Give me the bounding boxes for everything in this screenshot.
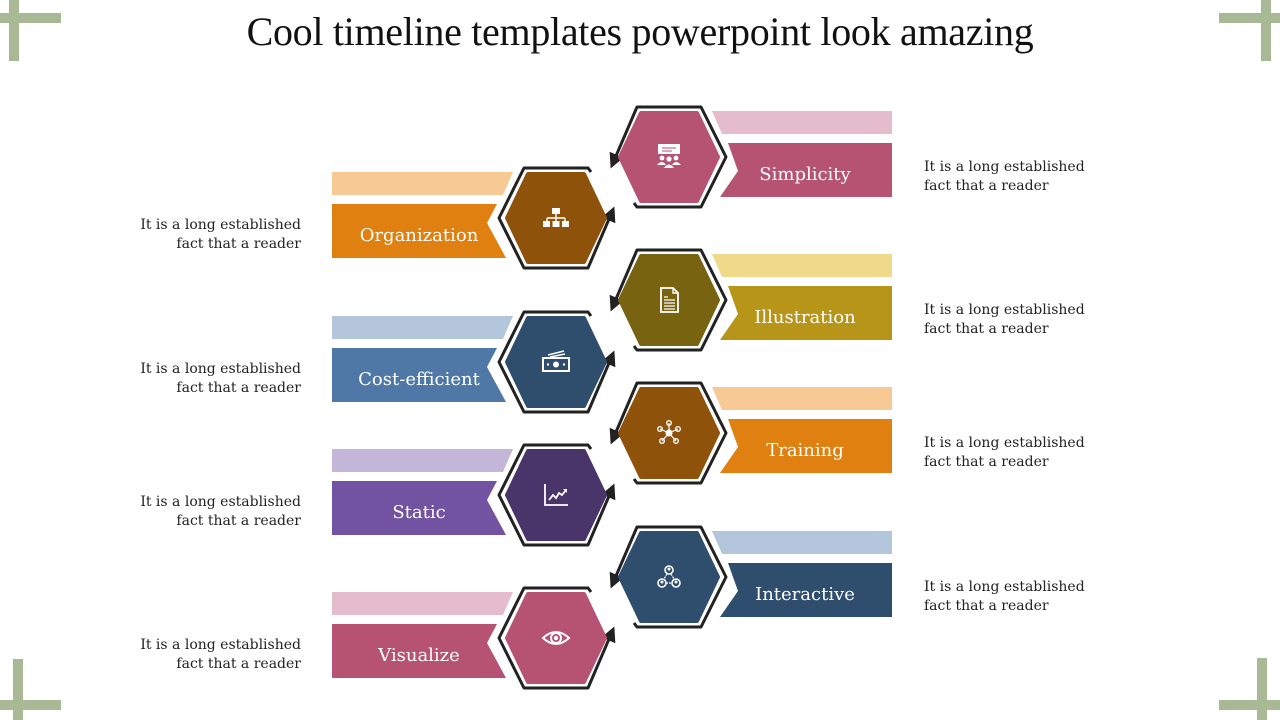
step-description: It is a long established fact that a read… <box>101 636 301 674</box>
description-line-1: It is a long established <box>140 494 301 510</box>
step-label: Interactive <box>755 584 855 605</box>
step-label: Visualize <box>377 645 460 666</box>
hexagon-step-visualize <box>497 586 616 690</box>
band-cost-efficient: Cost-efficient <box>332 316 513 402</box>
band-accent-strip <box>712 531 892 554</box>
description-line-2: fact that a reader <box>924 454 1049 470</box>
step-description: It is a long established fact that a read… <box>924 434 1124 472</box>
band-accent-strip <box>712 111 892 134</box>
band-accent-strip <box>712 387 892 410</box>
hexagon-step-organization <box>497 166 616 270</box>
step-label: Static <box>392 502 445 523</box>
hexagon-step-simplicity <box>609 105 728 209</box>
description-line-2: fact that a reader <box>176 236 301 252</box>
description-line-1: It is a long established <box>140 361 301 377</box>
description-line-2: fact that a reader <box>924 598 1049 614</box>
band-accent-strip <box>332 316 513 339</box>
hexagon-fill <box>618 531 720 623</box>
step-description: It is a long established fact that a read… <box>101 216 301 254</box>
description-line-1: It is a long established <box>924 159 1085 175</box>
band-static: Static <box>332 449 513 535</box>
hexagon-fill <box>505 449 607 541</box>
band-organization: Organization <box>332 172 513 258</box>
band-illustration: Illustration <box>712 254 892 340</box>
step-label: Cost-efficient <box>358 369 480 390</box>
band-simplicity: Simplicity <box>712 111 892 197</box>
slide: Cool timeline templates powerpoint look … <box>0 0 1280 720</box>
band-accent-strip <box>332 172 513 195</box>
description-line-2: fact that a reader <box>924 178 1049 194</box>
description-line-1: It is a long established <box>924 435 1085 451</box>
step-label: Training <box>766 440 844 461</box>
description-line-2: fact that a reader <box>924 321 1049 337</box>
step-description: It is a long established fact that a read… <box>924 301 1124 339</box>
description-line-2: fact that a reader <box>176 656 301 672</box>
description-line-1: It is a long established <box>924 302 1085 318</box>
step-description: It is a long established fact that a read… <box>924 158 1124 196</box>
description-line-1: It is a long established <box>140 217 301 233</box>
hexagon-step-cost-efficient <box>497 310 616 414</box>
band-accent-strip <box>332 449 513 472</box>
step-description: It is a long established fact that a read… <box>101 493 301 531</box>
band-accent-strip <box>332 592 513 615</box>
hexagon-step-training <box>609 381 728 485</box>
description-line-1: It is a long established <box>140 637 301 653</box>
step-label: Simplicity <box>759 164 851 185</box>
description-line-2: fact that a reader <box>176 513 301 529</box>
hexagon-step-static <box>497 443 616 547</box>
band-visualize: Visualize <box>332 592 513 678</box>
step-description: It is a long established fact that a read… <box>924 578 1124 616</box>
step-label: Illustration <box>754 307 856 328</box>
step-label: Organization <box>360 225 479 246</box>
hexagon-step-illustration <box>609 248 728 352</box>
description-line-1: It is a long established <box>924 579 1085 595</box>
hexagon-step-interactive <box>609 525 728 629</box>
step-description: It is a long established fact that a read… <box>101 360 301 398</box>
band-training: Training <box>712 387 892 473</box>
band-interactive: Interactive <box>712 531 892 617</box>
band-accent-strip <box>712 254 892 277</box>
description-line-2: fact that a reader <box>176 380 301 396</box>
